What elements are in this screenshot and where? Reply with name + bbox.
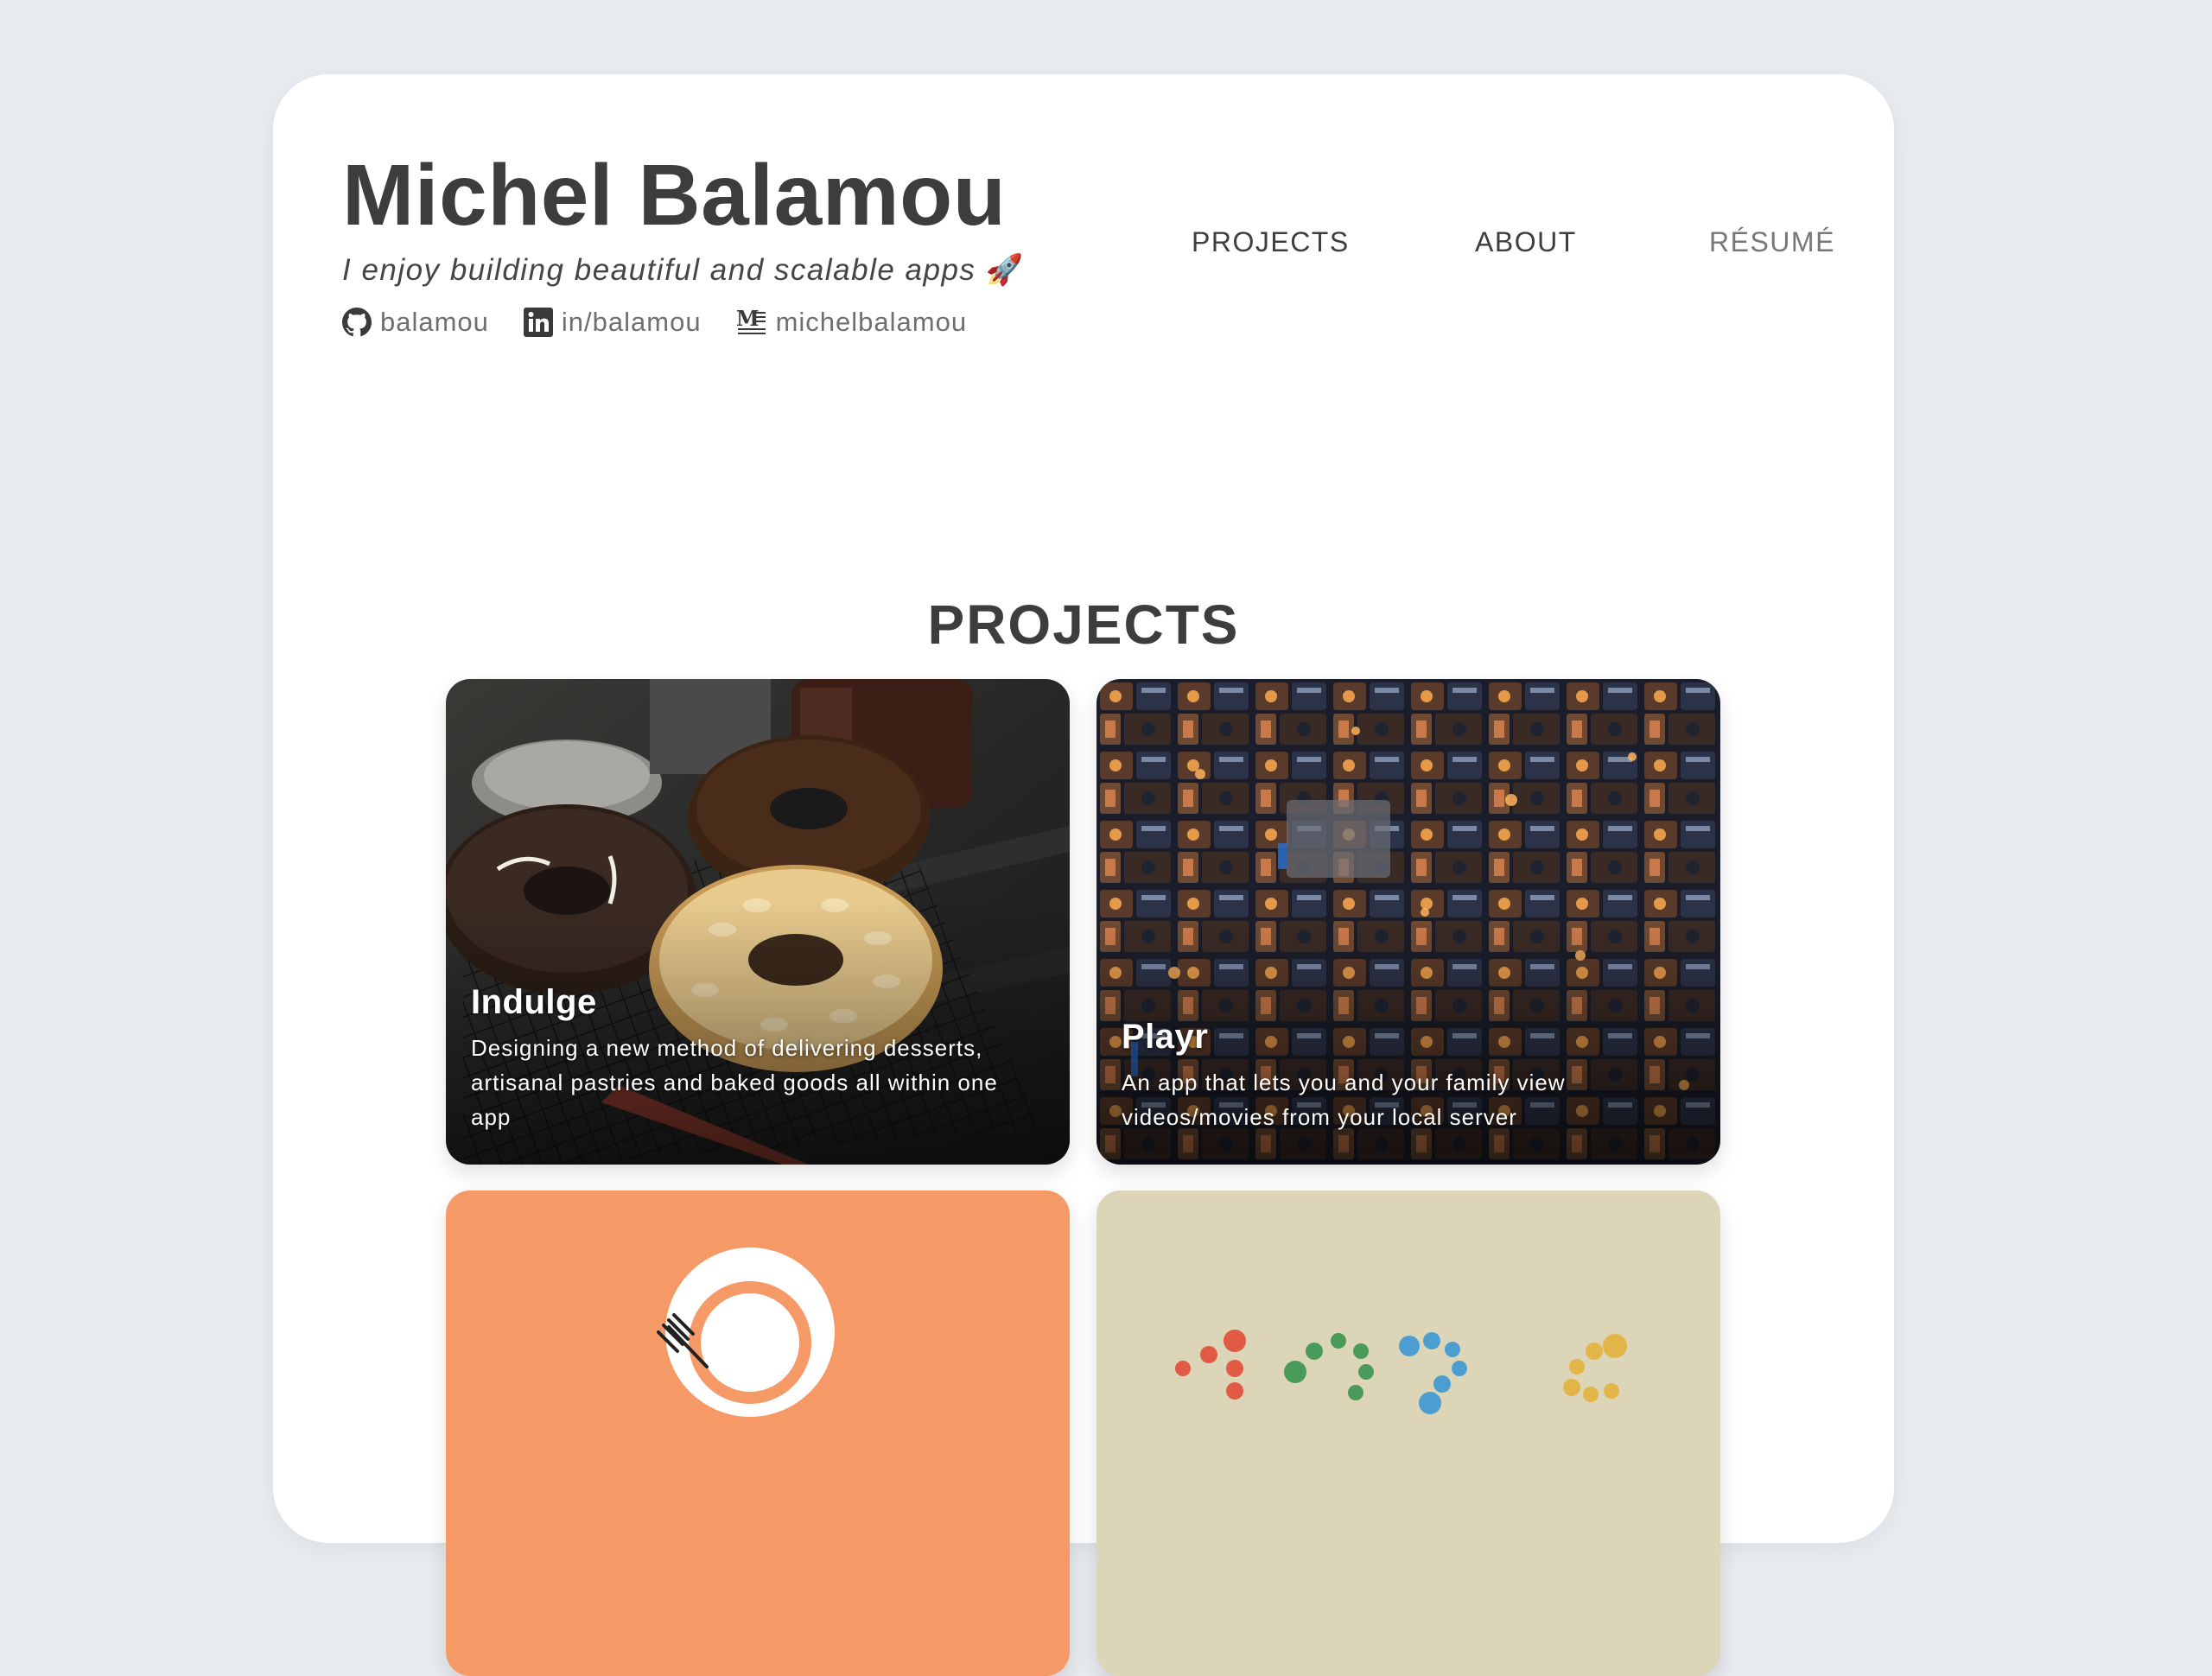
site-title: Michel Balamou [342, 147, 1007, 244]
card-title: Indulge [471, 983, 597, 1021]
project-card-numbers[interactable] [1096, 1190, 1720, 1676]
medium-label: michelbalamou [775, 307, 968, 337]
github-label: balamou [380, 307, 489, 337]
github-icon [342, 308, 372, 337]
nav-projects[interactable]: PROJECTS [1192, 226, 1350, 258]
plate-fork-illustration [657, 1247, 835, 1417]
project-card-food[interactable] [446, 1190, 1070, 1676]
github-link[interactable]: balamou [342, 307, 489, 338]
social-links: balamou in/balamou M michelbalamou [342, 307, 1025, 338]
nav-about[interactable]: ABOUT [1475, 226, 1577, 258]
card-description: Designing a new method of delivering des… [471, 1035, 998, 1130]
card-text-indulge: Indulge Designing a new method of delive… [471, 983, 1045, 1134]
dotted-numbers-illustration [1175, 1330, 1627, 1414]
card-title: Playr [1122, 1018, 1209, 1056]
medium-link[interactable]: M michelbalamou [736, 307, 968, 338]
main-nav: PROJECTS ABOUT RÉSUMÉ [273, 226, 1894, 278]
medium-icon: M [736, 307, 766, 334]
project-card-playr[interactable]: Playr An app that lets you and your fami… [1096, 679, 1720, 1165]
card-text-playr: Playr An app that lets you and your fami… [1122, 1018, 1695, 1134]
nav-resume[interactable]: RÉSUMÉ [1709, 226, 1835, 258]
svg-text:M: M [736, 307, 760, 331]
portfolio-page: Michel Balamou I enjoy building beautifu… [273, 74, 1894, 1676]
project-card-indulge[interactable]: Indulge Designing a new method of delive… [446, 679, 1070, 1165]
linkedin-link[interactable]: in/balamou [523, 307, 702, 338]
card-description: An app that lets you and your family vie… [1122, 1070, 1566, 1130]
linkedin-label: in/balamou [561, 307, 702, 337]
linkedin-icon [523, 308, 553, 337]
projects-heading: PROJECTS [927, 594, 1240, 656]
